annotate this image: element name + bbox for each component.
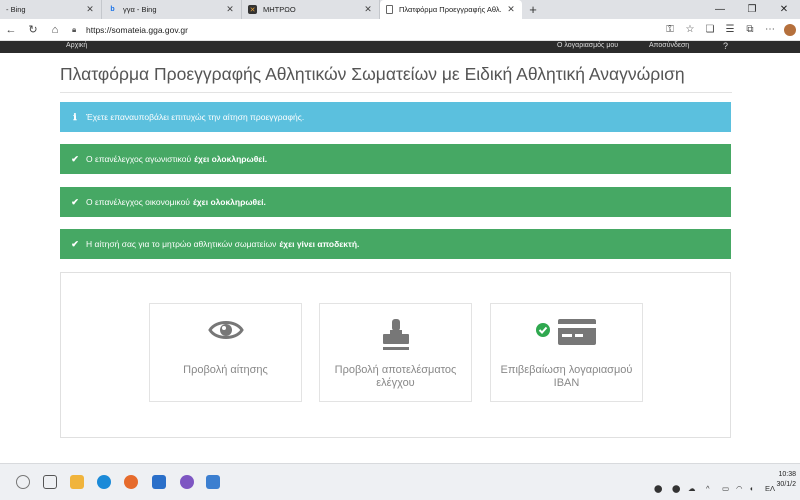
check-icon: ✔ [71,196,79,207]
minimize-button[interactable]: — [704,0,736,19]
alert-text: Η αίτησή σας για το μητρώο αθλητικών σωμ… [86,239,277,249]
file-explorer-icon[interactable] [70,475,84,489]
browser-tab-mitroo[interactable]: ✕ ΜΗΤΡΩΟ ✕ [242,0,380,19]
firefox-icon[interactable] [124,475,138,489]
credit-card-check-icon [535,318,598,351]
more-options-icon[interactable]: ⋯ [760,24,780,35]
clock-date: 30/1/2 [776,481,796,488]
info-alert: ℹ Έχετε επαναυποβάλει επιτυχώς την αίτησ… [60,102,731,132]
close-icon[interactable]: ✕ [85,4,95,15]
tab-title: ΜΗΤΡΩΟ [263,5,296,14]
close-window-button[interactable]: ✕ [768,0,800,19]
clock[interactable]: 10:38 30/1/2 [777,470,796,490]
browser-tab-bing-2[interactable]: b γγα - Bing ✕ [102,0,242,19]
url-text: https://somateia.gga.gov.gr [86,24,188,35]
volume-icon[interactable]: ◖ [749,484,754,493]
browser-tab-bing-1[interactable]: - Bing ✕ [0,0,102,19]
new-tab-button[interactable]: + [522,0,544,19]
site-navbar: Αρχική Ο λογαριασμός μου Αποσύνδεση ? [0,41,800,53]
lock-icon: 🔒︎ [72,24,77,34]
card-label: Προβολή αποτελέσματος ελέγχου [334,364,457,389]
nav-help-icon[interactable]: ? [723,41,728,51]
toolbar-actions: ⚿ ☆ ❏ ☰ ⧉ ⋯ [660,23,800,36]
alert-bold-text: έχει ολοκληρωθεί. [194,154,268,164]
key-icon[interactable]: ⚿ [660,24,680,35]
page-icon [386,5,393,14]
favorites-bar-icon[interactable]: ☰ [720,24,740,35]
wifi-icon[interactable]: ◠ [736,484,743,493]
check-icon: ✔ [71,153,79,164]
nav-logout-link[interactable]: Αποσύνδεση [649,42,689,49]
nav-home-link[interactable]: Αρχική [66,42,87,49]
clock-time: 10:38 [778,471,796,478]
check-icon: ✔ [71,238,79,249]
view-application-card[interactable]: Προβολή αίτησης [149,303,302,402]
info-alert-text: Έχετε επαναυποβάλει επιτυχώς την αίτηση … [86,112,305,122]
success-alert-financial: ✔ Ο επανέλεγχος οικονομικού έχει ολοκληρ… [60,187,731,217]
url-field[interactable]: 🔒︎ https://somateia.gga.gov.gr [72,21,654,39]
bing-icon: b [110,6,115,13]
actions-panel: Προβολή αίτησης Προβολή αποτελέσματος ελ… [60,272,731,438]
alert-text: Ο επανέλεγχος αγωνιστικού [86,154,192,164]
show-hidden-icons[interactable]: ^ [706,484,710,493]
mail-icon[interactable] [152,475,166,489]
alert-text: Ο επανέλεγχος οικονομικού [86,197,190,207]
task-view-icon[interactable] [43,475,57,489]
card-label: Επιβεβαίωση λογαριασμού IBAN [500,364,633,389]
alert-bold-text: έχει γίνει αποδεκτή. [279,239,360,249]
refresh-icon[interactable]: ↻ [22,23,44,36]
language-indicator[interactable]: ΕΛ [765,484,775,493]
back-icon[interactable]: ← [0,24,22,36]
network-icon[interactable]: ▭ [722,484,729,493]
search-icon[interactable] [16,475,30,489]
tray-icon[interactable]: ⬤ [654,484,662,493]
calculator-icon[interactable] [206,475,220,489]
onedrive-icon[interactable]: ☁ [688,484,696,493]
card-label: Προβολή αίτησης [183,364,268,376]
close-icon[interactable]: ✕ [225,4,235,15]
windows-taskbar: ⬤ ⬤ ☁ ^ ▭ ◠ ◖ ΕΛ 10:38 30/1/2 [0,463,800,500]
extensions-icon[interactable]: ⧉ [740,24,760,35]
profile-avatar[interactable] [784,23,796,36]
tray-icon[interactable]: ⬤ [672,484,680,493]
home-icon[interactable]: ⌂ [44,24,66,36]
browser-tab-platform[interactable]: Πλατφόρμα Προεγγραφής Αθλ. ✕ [380,0,522,19]
close-icon[interactable]: ✕ [363,4,373,15]
tab-title: Πλατφόρμα Προεγγραφής Αθλ. [399,5,502,14]
edge-browser-icon[interactable] [97,475,111,489]
close-icon[interactable]: ✕ [506,4,516,15]
page-title: Πλατφόρμα Προεγγραφής Αθλητικών Σωματείω… [60,64,732,93]
tab-title: γγα - Bing [123,5,157,14]
mitroo-icon: ✕ [248,5,257,14]
viber-icon[interactable] [180,475,194,489]
maximize-button[interactable]: ❐ [736,0,768,19]
nav-my-account-link[interactable]: Ο λογαριασμός μου [557,42,618,49]
address-bar: ← ↻ ⌂ 🔒︎ https://somateia.gga.gov.gr ⚿ ☆… [0,19,800,41]
favorite-star-icon[interactable]: ☆ [680,24,700,35]
browser-tab-strip: - Bing ✕ b γγα - Bing ✕ ✕ ΜΗΤΡΩΟ ✕ Πλατφ… [0,0,800,19]
alert-bold-text: έχει ολοκληρωθεί. [192,197,266,207]
view-check-result-card[interactable]: Προβολή αποτελέσματος ελέγχου [319,303,472,402]
collections-icon[interactable]: ❏ [700,24,720,35]
confirm-iban-card[interactable]: Επιβεβαίωση λογαριασμού IBAN [490,303,643,402]
stamp-icon [381,318,411,357]
success-alert-athletic: ✔ Ο επανέλεγχος αγωνιστικού έχει ολοκληρ… [60,144,731,174]
window-controls: — ❐ ✕ [704,0,800,19]
tab-title: - Bing [6,5,26,14]
eye-icon [207,318,244,347]
success-alert-registry: ✔ Η αίτησή σας για το μητρώο αθλητικών σ… [60,229,731,259]
info-icon: ℹ [73,111,77,122]
